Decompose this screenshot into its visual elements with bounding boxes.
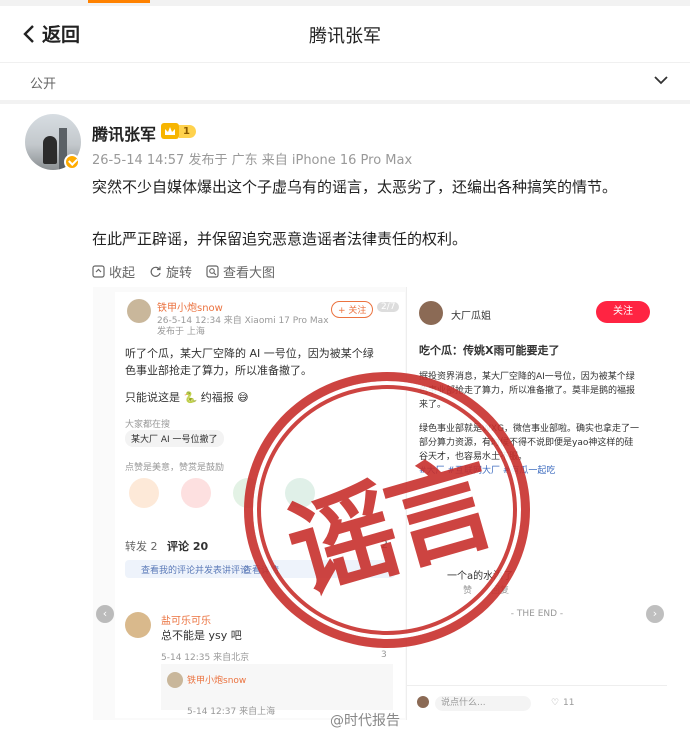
- visibility-bar[interactable]: 公开: [0, 62, 690, 100]
- zoom-icon: [206, 265, 219, 278]
- c1-user-name: 盐可乐可乐: [161, 616, 211, 627]
- left-reactions-hint: 点赞是美意，赞赏是鼓励: [125, 463, 225, 473]
- left-post-line-3: 只能说这是 🐍 约福报 😅: [125, 391, 249, 404]
- left-user-name: 铁甲小炮snow: [157, 303, 223, 314]
- left-comment-tip: 查看我的评论并发表讲评论: [141, 566, 250, 576]
- c1-time: 5-14 12:35 来自北京: [161, 653, 250, 663]
- level-number: 1: [179, 124, 196, 138]
- collapse-icon: [92, 265, 105, 278]
- left-reposts-tab: 转发 2: [125, 540, 158, 553]
- left-post-line-2: 色事业部抢走了算力，所以准备撤了。: [125, 364, 312, 377]
- page-title: 腾讯张军: [309, 26, 381, 47]
- image-tools: 收起 旋转 查看大图: [92, 262, 289, 281]
- heart-icon: ♡: [551, 698, 560, 708]
- c1-avatar: [125, 612, 151, 638]
- rotate-label: 旋转: [166, 266, 193, 281]
- left-search-hint: 大家都在搜: [125, 420, 171, 430]
- c2-time: 5-14 12:37 来自上海: [187, 707, 276, 717]
- right-follow-button: 关注: [596, 301, 650, 323]
- left-page-indicator: 2/7: [377, 302, 400, 312]
- right-user-name: 大厂瓜姐: [451, 311, 491, 322]
- left-follow-button: + 关注: [331, 301, 374, 318]
- c2-user-name: 铁甲小炮snow: [187, 676, 247, 686]
- top-accent-bar: [88, 0, 150, 3]
- right-body-1: 据投资界消息，某大厂空降的AI一号位，因为被某个绿: [419, 372, 635, 382]
- left-search-chip: 某大厂 AI 一号位撤了: [125, 430, 224, 447]
- image-next-arrow: ›: [646, 605, 664, 623]
- c2-avatar: [167, 672, 183, 688]
- left-post-location: 发布于 上海: [157, 327, 205, 337]
- c1-likes: 3: [381, 650, 387, 660]
- left-comments-tab: 评论 20: [167, 540, 209, 553]
- rumor-stamp-text: 谣言: [274, 439, 505, 617]
- post-text-line-2: 在此严正辟谣，并保留追究恶意造谣者法律责任的权利。: [92, 230, 468, 248]
- right-bottom-bar: 说点什么... ♡ 11: [407, 685, 667, 720]
- author-name[interactable]: 腾讯张军: [92, 121, 156, 145]
- post-meta: 26-5-14 14:57 发布于 广东 来自 iPhone 16 Pro Ma…: [92, 153, 413, 168]
- chevron-down-icon[interactable]: [654, 75, 668, 85]
- right-input-avatar: [417, 696, 429, 708]
- reaction-1-icon: [129, 478, 159, 508]
- crown-icon: [161, 123, 179, 139]
- rumor-stamp: 谣言: [244, 372, 530, 648]
- nav-bar: 返回 腾讯张军: [0, 6, 690, 62]
- reaction-2-icon: [181, 478, 211, 508]
- right-user-avatar: [419, 301, 443, 325]
- visibility-label: 公开: [30, 77, 57, 92]
- right-title: 吃个瓜：传姚X雨可能要走了: [419, 344, 560, 357]
- c1-text: 总不能是 ysy 吧: [161, 629, 242, 642]
- post-card: 腾讯张军 1 26-5-14 14:57 发布于 广东 来自 iPhone 16…: [0, 104, 690, 740]
- level-badge: 1: [161, 123, 196, 139]
- watermark: @时代报告: [330, 713, 400, 729]
- rotate-button[interactable]: 旋转: [149, 262, 192, 281]
- right-likes: 11: [563, 698, 575, 708]
- collapse-button[interactable]: 收起: [92, 262, 135, 281]
- verified-badge-icon: [64, 154, 80, 170]
- left-post-line-1: 听了个瓜，某大厂空降的 AI 一号位，因为被某个绿: [125, 347, 374, 360]
- rotate-icon: [150, 266, 161, 277]
- image-prev-arrow: ‹: [96, 605, 114, 623]
- left-user-avatar: [127, 299, 151, 323]
- view-large-button[interactable]: 查看大图: [206, 262, 275, 281]
- view-large-label: 查看大图: [223, 266, 276, 281]
- collapse-label: 收起: [109, 266, 136, 281]
- right-input: 说点什么...: [435, 696, 531, 711]
- post-text-line-1: 突然不少自媒体爆出这个子虚乌有的谣言，太恶劣了，还编出各种搞笑的情节。: [92, 178, 618, 196]
